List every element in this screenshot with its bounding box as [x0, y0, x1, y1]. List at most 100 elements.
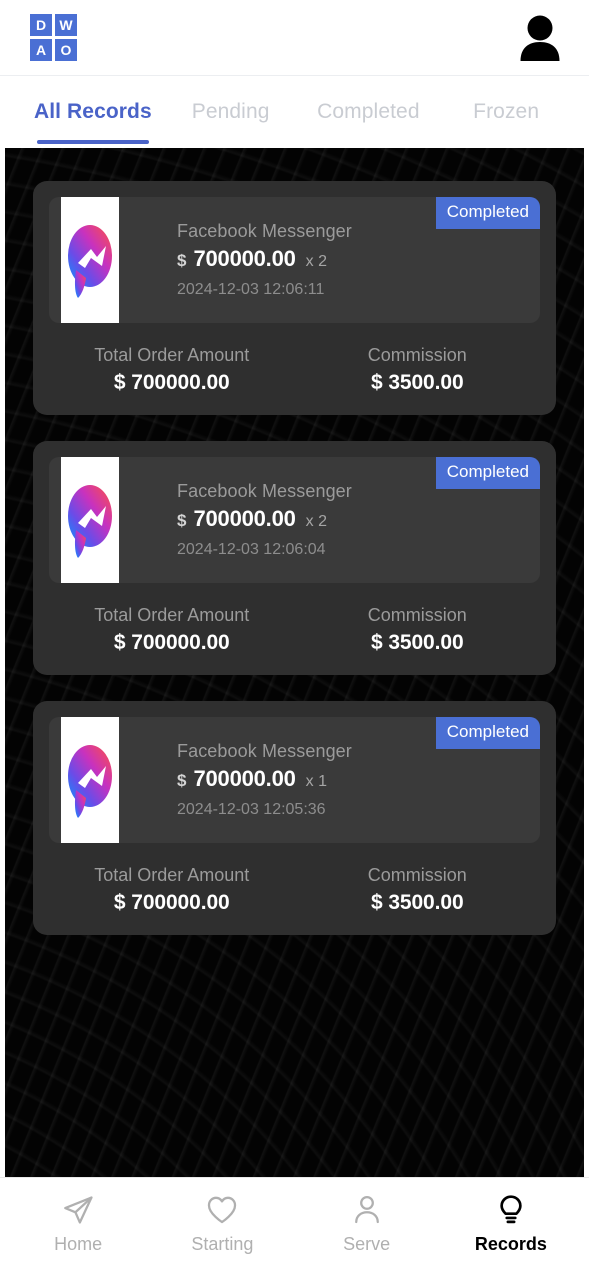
order-timestamp: 2024-12-03 12:06:11 [177, 281, 325, 298]
order-card[interactable]: Facebook Messenger $ 700000.00 x 2 2024-… [33, 441, 556, 675]
order-app-thumbnail [61, 457, 119, 583]
order-commission-number: 3500.00 [388, 891, 464, 914]
tab-all-records-label: All Records [33, 100, 152, 123]
app-logo[interactable]: D W A O [30, 14, 77, 61]
order-price-value: 700000.00 [193, 506, 296, 531]
order-total-amount: Total Order Amount $ 700000.00 [49, 605, 295, 655]
order-total-number: 700000.00 [131, 631, 230, 654]
order-card[interactable]: Facebook Messenger $ 700000.00 x 2 2024-… [33, 181, 556, 415]
facebook-messenger-icon [68, 485, 112, 558]
order-commission-number: 3500.00 [388, 371, 464, 394]
order-app-thumbnail [61, 197, 119, 323]
order-commission-currency: $ [370, 891, 383, 914]
nav-item-home[interactable]: Home [6, 1193, 150, 1255]
order-total-currency: $ [113, 631, 126, 654]
order-total-amount: Total Order Amount $ 700000.00 [49, 345, 295, 395]
tab-completed[interactable]: Completed [300, 76, 438, 148]
order-total-label: Total Order Amount [94, 605, 250, 625]
person-icon [354, 1195, 379, 1223]
order-price-currency: $ [177, 511, 187, 530]
nav-item-starting-label: Starting [191, 1233, 254, 1254]
tab-frozen[interactable]: Frozen [437, 76, 575, 148]
order-total-number: 700000.00 [131, 891, 230, 914]
dark-panel: Facebook Messenger $ 700000.00 x 2 2024-… [5, 148, 584, 1177]
nav-item-home-label: Home [54, 1233, 103, 1254]
tab-active-underline [36, 140, 149, 144]
order-commission-label: Commission [367, 865, 467, 885]
profile-button[interactable] [519, 15, 561, 61]
content-area: Facebook Messenger $ 700000.00 x 2 2024-… [0, 148, 589, 1177]
logo-cell-a: A [30, 39, 52, 61]
order-commission-value: $ 3500.00 [371, 891, 464, 915]
order-commission-currency: $ [370, 631, 383, 654]
logo-cell-d: D [30, 14, 52, 36]
order-total-value: $ 700000.00 [114, 371, 230, 395]
order-total-amount: Total Order Amount $ 700000.00 [49, 865, 295, 915]
order-card[interactable]: Facebook Messenger $ 700000.00 x 1 2024-… [33, 701, 556, 935]
order-price-currency: $ [177, 251, 187, 270]
order-quantity: x 1 [305, 773, 328, 790]
order-list: Facebook Messenger $ 700000.00 x 2 2024-… [5, 148, 584, 935]
order-quantity: x 2 [305, 513, 328, 530]
nav-item-records[interactable]: Records [439, 1193, 583, 1255]
order-quantity: x 2 [305, 253, 328, 270]
bottom-navigation: Home Starting Serve Records [0, 1177, 589, 1269]
order-commission-label: Commission [367, 605, 467, 625]
logo-cell-w: W [55, 14, 77, 36]
tab-all-records[interactable]: All Records [24, 76, 162, 148]
facebook-messenger-icon [68, 225, 112, 298]
facebook-messenger-icon [68, 745, 112, 818]
tab-frozen-label: Frozen [473, 100, 540, 123]
order-total-value: $ 700000.00 [114, 631, 230, 655]
tab-completed-label: Completed [317, 100, 420, 123]
status-badge: Completed [435, 197, 540, 229]
order-price-row: $ 700000.00 x 2 [177, 506, 540, 532]
order-card-header: Facebook Messenger $ 700000.00 x 2 2024-… [49, 457, 540, 583]
tab-pending[interactable]: Pending [162, 76, 300, 148]
order-commission-number: 3500.00 [388, 631, 464, 654]
order-card-header: Facebook Messenger $ 700000.00 x 2 2024-… [49, 197, 540, 323]
order-totals: Total Order Amount $ 700000.00 Commissio… [49, 605, 540, 655]
nav-item-starting[interactable]: Starting [150, 1193, 294, 1255]
order-total-value: $ 700000.00 [114, 891, 230, 915]
order-total-currency: $ [113, 891, 126, 914]
order-card-header: Facebook Messenger $ 700000.00 x 1 2024-… [49, 717, 540, 843]
order-commission: Commission $ 3500.00 [295, 605, 541, 655]
status-badge: Completed [435, 717, 540, 749]
order-commission: Commission $ 3500.00 [295, 345, 541, 395]
order-price-value: 700000.00 [193, 246, 296, 271]
order-commission-currency: $ [370, 371, 383, 394]
order-commission: Commission $ 3500.00 [295, 865, 541, 915]
app-header: D W A O [0, 0, 589, 76]
status-badge: Completed [435, 457, 540, 489]
order-total-number: 700000.00 [131, 371, 230, 394]
heart-icon [208, 1196, 237, 1223]
order-commission-value: $ 3500.00 [371, 371, 464, 395]
lightbulb-icon [500, 1194, 522, 1223]
order-commission-value: $ 3500.00 [371, 631, 464, 655]
nav-item-serve-label: Serve [343, 1233, 391, 1254]
order-timestamp: 2024-12-03 12:05:36 [177, 801, 326, 818]
order-price-value: 700000.00 [193, 766, 296, 791]
order-totals: Total Order Amount $ 700000.00 Commissio… [49, 865, 540, 915]
app-root: D W A O All Records Pending Completed Fr… [0, 0, 589, 1269]
order-total-label: Total Order Amount [94, 865, 250, 885]
user-avatar-icon [520, 15, 560, 61]
nav-item-records-label: Records [474, 1233, 547, 1254]
order-price-currency: $ [177, 771, 187, 790]
order-commission-label: Commission [367, 345, 467, 365]
nav-item-serve[interactable]: Serve [295, 1193, 439, 1255]
paper-plane-icon [64, 1195, 93, 1224]
order-total-currency: $ [113, 371, 126, 394]
records-tab-bar: All Records Pending Completed Frozen [0, 76, 589, 148]
order-app-thumbnail [61, 717, 119, 843]
order-price-row: $ 700000.00 x 1 [177, 766, 540, 792]
tab-pending-label: Pending [191, 100, 270, 123]
order-total-label: Total Order Amount [94, 345, 250, 365]
order-info: Facebook Messenger $ 700000.00 x 2 2024-… [119, 221, 540, 299]
logo-cell-o: O [55, 39, 77, 61]
order-price-row: $ 700000.00 x 2 [177, 246, 540, 272]
order-timestamp: 2024-12-03 12:06:04 [177, 541, 326, 558]
order-info: Facebook Messenger $ 700000.00 x 2 2024-… [119, 481, 540, 559]
order-info: Facebook Messenger $ 700000.00 x 1 2024-… [119, 741, 540, 819]
